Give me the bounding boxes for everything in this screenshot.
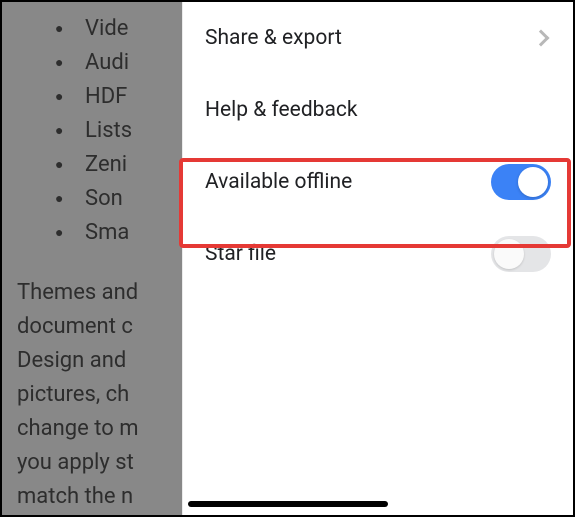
bullet-list: Vide Audi HDF Lists Zeni Son Sma [17,12,182,250]
paragraph-line: Design and [17,344,182,378]
paragraph-line: change to m [17,412,182,446]
paragraph-line: match the n [17,480,182,514]
paragraph-line: you apply st [17,446,182,480]
chevron-right-icon [533,30,550,47]
list-item: Sma [85,216,182,250]
list-item: Audi [85,46,182,80]
home-indicator[interactable] [188,501,388,507]
list-item: Son [85,182,182,216]
list-item: Lists [85,114,182,148]
available-offline-item[interactable]: Available offline [183,146,573,218]
list-item: Vide [85,12,182,46]
available-offline-toggle[interactable] [491,164,551,200]
toggle-knob [494,239,524,269]
share-export-label: Share & export [205,26,342,50]
paragraph-line: Themes and [17,276,182,310]
help-feedback-item[interactable]: Help & feedback [183,74,573,146]
star-file-toggle[interactable] [491,236,551,272]
paragraph-line: document c [17,310,182,344]
help-feedback-label: Help & feedback [205,98,358,122]
action-panel: Share & export Help & feedback Available… [182,2,573,515]
star-file-label: Star file [205,242,276,266]
list-item: Zeni [85,148,182,182]
paragraph-line: pictures, ch [17,378,182,412]
list-item: HDF [85,80,182,114]
paragraph: Themes and document c Design and picture… [17,276,182,514]
star-file-item[interactable]: Star file [183,218,573,290]
available-offline-label: Available offline [205,170,352,194]
toggle-knob [518,167,548,197]
share-export-item[interactable]: Share & export [183,2,573,74]
background-document: Vide Audi HDF Lists Zeni Son Sma Themes … [2,2,182,515]
